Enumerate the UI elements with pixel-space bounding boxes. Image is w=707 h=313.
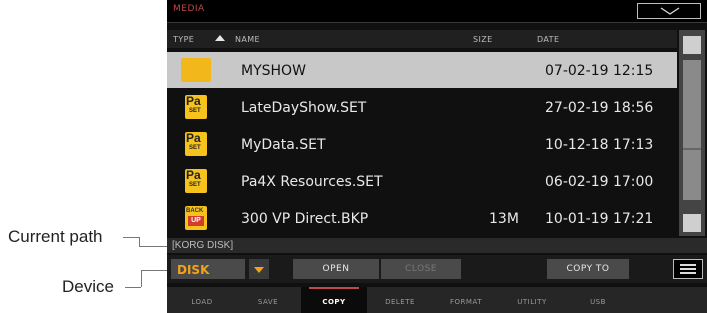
control-bar: DISK OPEN CLOSE COPY TO: [167, 255, 707, 283]
tab-utility[interactable]: UTILITY: [499, 287, 565, 313]
current-path-leader: [123, 237, 139, 238]
file-name: MYSHOW: [241, 63, 306, 79]
list-item[interactable]: Pa SET LateDayShow.SET 27-02-19 18:56: [167, 89, 677, 125]
file-name: MyData.SET: [241, 137, 326, 153]
list-item[interactable]: BACK UP 300 VP Direct.BKP 13M 10-01-19 17…: [167, 200, 677, 236]
file-name: LateDayShow.SET: [241, 100, 367, 116]
scroll-thumb[interactable]: [683, 60, 701, 200]
sort-ascending-icon[interactable]: [215, 35, 225, 41]
media-screen: MEDIA TYPE NAME SIZE DATE MYSHOW 07-02-1…: [167, 0, 707, 313]
tab-usb[interactable]: USB: [565, 287, 631, 313]
current-path-leader-v: [139, 237, 140, 246]
file-name: Pa4X Resources.SET: [241, 174, 383, 190]
device-value: DISK: [177, 263, 210, 277]
file-size: 13M: [489, 211, 519, 227]
tab-save[interactable]: SAVE: [235, 287, 301, 313]
file-date: 06-02-19 17:00: [545, 174, 654, 190]
triangle-down-icon: [254, 267, 264, 273]
current-path: [KORG DISK]: [172, 240, 234, 251]
device-leader: [125, 287, 141, 288]
device-dropdown-button[interactable]: [249, 259, 269, 279]
column-size[interactable]: SIZE: [473, 35, 493, 44]
file-date: 27-02-19 18:56: [545, 100, 654, 116]
scroll-thumb-grip: [683, 148, 701, 150]
tab-bar: LOAD SAVE COPY DELETE FORMAT UTILITY USB: [167, 287, 707, 313]
file-date: 10-01-19 17:21: [545, 211, 654, 227]
active-tab-indicator: [309, 287, 359, 289]
file-list: MYSHOW 07-02-19 12:15 Pa SET LateDayShow.…: [167, 52, 677, 236]
scroll-down-button[interactable]: [683, 214, 701, 232]
current-path-leader-end: [139, 246, 167, 247]
device-leader-end: [141, 270, 167, 271]
file-date: 10-12-18 17:13: [545, 137, 654, 153]
copy-to-button[interactable]: COPY TO: [547, 259, 629, 279]
file-name: 300 VP Direct.BKP: [241, 211, 369, 227]
column-name[interactable]: NAME: [235, 35, 260, 44]
backup-icon: BACK UP: [185, 206, 207, 230]
list-view-icon: [680, 264, 696, 266]
device-annotation: Device: [62, 277, 114, 296]
list-item[interactable]: Pa SET Pa4X Resources.SET 06-02-19 17:00: [167, 163, 677, 199]
device-leader-v: [141, 270, 142, 287]
chevron-down-icon: [660, 7, 680, 15]
current-path-bar: [KORG DISK]: [167, 238, 707, 253]
folder-icon: [181, 58, 211, 82]
list-item[interactable]: Pa SET MyData.SET 10-12-18 17:13: [167, 126, 677, 162]
page-title: MEDIA: [173, 4, 205, 14]
file-date: 07-02-19 12:15: [545, 63, 654, 79]
tab-copy[interactable]: COPY: [301, 287, 367, 313]
tab-format[interactable]: FORMAT: [433, 287, 499, 313]
list-item[interactable]: MYSHOW 07-02-19 12:15: [167, 52, 677, 88]
open-button[interactable]: OPEN: [293, 259, 379, 279]
scroll-up-button[interactable]: [683, 36, 701, 54]
current-path-annotation: Current path: [8, 227, 103, 246]
pa-set-icon: Pa SET: [185, 131, 207, 156]
tab-load[interactable]: LOAD: [169, 287, 235, 313]
column-date[interactable]: DATE: [537, 35, 559, 44]
column-type[interactable]: TYPE: [173, 35, 194, 44]
device-select[interactable]: DISK: [171, 259, 245, 279]
tab-delete[interactable]: DELETE: [367, 287, 433, 313]
title-bar: MEDIA: [167, 0, 707, 23]
pa-set-icon: Pa SET: [185, 168, 207, 193]
list-view-button[interactable]: [673, 259, 703, 279]
scrollbar[interactable]: [679, 30, 705, 236]
pa-set-icon: Pa SET: [185, 94, 207, 119]
close-button[interactable]: CLOSE: [381, 259, 461, 279]
page-menu-button[interactable]: [637, 3, 701, 19]
file-list-header: TYPE NAME SIZE DATE: [167, 30, 677, 48]
